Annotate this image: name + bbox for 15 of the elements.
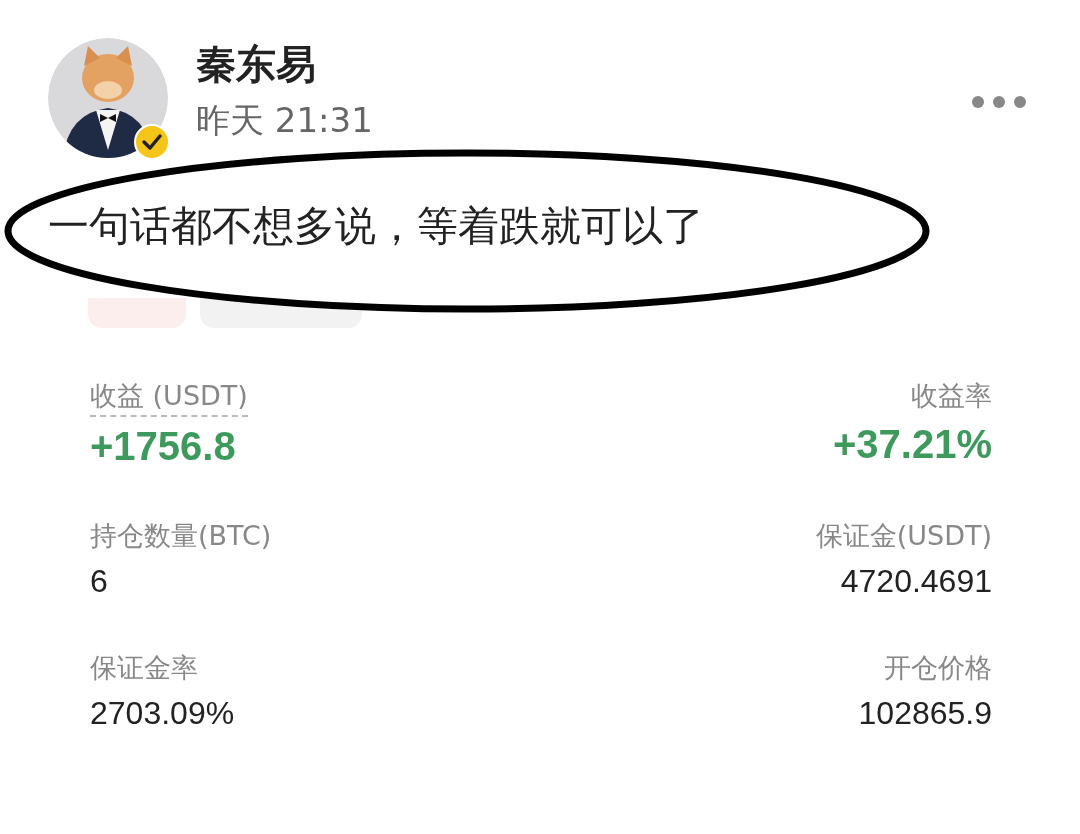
stat-value: 4720.4691 [840, 562, 992, 601]
stat-value: 2703.09% [90, 694, 235, 733]
stat-label: 收益 (USDT) [90, 377, 248, 417]
post-time: 昨天 21:31 [196, 99, 373, 142]
stat-label: 持仓数量(BTC) [90, 519, 272, 553]
stat-label: 开仓价格 [884, 651, 992, 685]
stat-value: +1756.8 [90, 423, 236, 470]
stat-value: 6 [90, 562, 108, 601]
stat-label: 收益率 [911, 379, 992, 413]
stat-value: 102865.9 [858, 694, 992, 733]
stat-label: 保证金(USDT) [815, 519, 992, 553]
stat-value: +37.21% [832, 421, 992, 468]
stat-label: 保证金率 [90, 651, 198, 685]
author-name[interactable]: 秦东易 [196, 38, 373, 90]
post-text: 一句话都不想多说，等着跌就可以了 [48, 201, 704, 252]
